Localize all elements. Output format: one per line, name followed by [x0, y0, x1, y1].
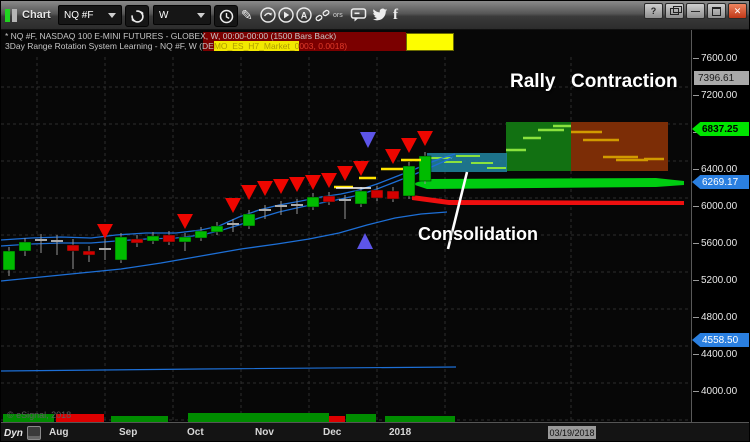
projection-zones — [506, 122, 668, 171]
sell-triangle-icon — [305, 175, 321, 190]
price-badge-gray: 7396.61 — [694, 71, 749, 85]
time-templates-button[interactable] — [214, 5, 238, 27]
symbol-search-button[interactable] — [125, 5, 149, 27]
symbol-dropdown[interactable]: NQ #F — [58, 5, 122, 25]
circled-curve-arrow-icon — [260, 7, 276, 23]
moving-average-lines — [1, 153, 456, 282]
dyn-button[interactable]: Dyn — [4, 426, 41, 440]
time-axis-label: Dec — [323, 427, 342, 438]
chat-bubble-icon — [350, 8, 367, 22]
axis-lock-icon — [26, 426, 41, 440]
symbol-value: NQ #F — [64, 9, 94, 21]
window-controls: ? — ✕ — [644, 3, 747, 19]
sell-triangle-icon — [353, 161, 369, 176]
draw-tool-button[interactable]: ✎ — [241, 5, 253, 25]
price-tick-label: 5600.00 — [692, 238, 738, 249]
rally-annotation: Rally — [510, 71, 556, 92]
facebook-icon: f — [393, 6, 398, 23]
chat-button[interactable] — [350, 5, 367, 25]
price-tick-label: 7600.00 — [692, 53, 738, 64]
facebook-share-button[interactable]: f — [393, 5, 398, 25]
consolidation-annotation: Consolidation — [418, 224, 538, 244]
chevron-down-icon — [197, 12, 205, 18]
ors-label: ors — [333, 11, 343, 19]
close-button[interactable]: ✕ — [728, 3, 747, 19]
twitter-icon — [372, 8, 388, 21]
sell-triangle-icon — [337, 166, 353, 181]
study-highlight-bar-yellow — [406, 33, 454, 51]
price-tick-label: 4400.00 — [692, 349, 738, 360]
dyn-label: Dyn — [4, 427, 23, 439]
sell-triangle-icon — [289, 177, 305, 192]
sell-triangle-icon — [417, 131, 433, 146]
price-tick-label: 5200.00 — [692, 275, 738, 286]
time-axis-label: Sep — [119, 427, 138, 438]
link-tool-button[interactable] — [315, 5, 330, 25]
back-scroll-button[interactable] — [260, 5, 276, 25]
pencil-icon: ✎ — [241, 6, 253, 23]
status-led-icon — [5, 9, 10, 22]
study-title-line: 3Day Range Rotation System Learning - NQ… — [5, 40, 348, 51]
circled-play-icon — [278, 7, 294, 23]
price-tick-label: 4800.00 — [692, 312, 738, 323]
time-axis-label: Nov — [255, 427, 274, 438]
auto-session-button[interactable]: A — [296, 5, 312, 25]
price-badge-blue: 4558.50 — [692, 333, 749, 347]
help-button[interactable]: ? — [644, 3, 663, 19]
blue-down-triangle-icon — [360, 132, 376, 148]
restore-icon — [670, 5, 682, 15]
green-level-band — [412, 178, 684, 189]
window-titlebar: Chart NQ #F W ✎ A ors f ? — ✕ — [1, 1, 749, 30]
contraction-zone — [571, 122, 668, 171]
app-icon — [12, 9, 17, 22]
consolidation-band — [427, 153, 507, 172]
price-tick-label: 7200.00 — [692, 90, 738, 101]
price-tick-label: 4000.00 — [692, 386, 738, 397]
clock-icon — [219, 9, 233, 23]
chevron-down-icon — [108, 12, 116, 18]
interval-value: W — [159, 9, 169, 21]
sell-triangle-icon — [401, 138, 417, 153]
sell-triangle-icon — [257, 181, 273, 196]
circled-a-icon: A — [296, 7, 312, 23]
price-badge-green: 6837.25 — [692, 122, 749, 136]
red-level-band — [412, 195, 684, 205]
contraction-annotation: Contraction — [571, 71, 678, 92]
price-axis[interactable]: 7600.007200.006800.006400.006000.005600.… — [691, 29, 749, 422]
candles — [2, 152, 432, 276]
time-axis-label: Aug — [49, 427, 69, 438]
price-tick-label: 6400.00 — [692, 164, 738, 175]
maximize-icon — [712, 6, 721, 16]
sell-triangle-icon — [385, 149, 401, 164]
window-title: Chart — [22, 9, 51, 21]
svg-text:A: A — [301, 10, 308, 20]
refresh-globe-icon — [130, 9, 144, 23]
interval-dropdown[interactable]: W — [153, 5, 211, 25]
study-param-highlight: MO_ES_H7_Market_0 — [213, 40, 300, 51]
link-icon — [315, 9, 330, 21]
chart-title-overlay: * NQ #F, NASDAQ 100 E-MINI FUTURES - GLO… — [5, 31, 348, 51]
date-marker-badge: 03/19/2018 — [548, 426, 596, 439]
maximize-button[interactable] — [707, 3, 726, 19]
forward-scroll-button[interactable] — [278, 5, 294, 25]
time-axis-label: 2018 — [389, 427, 412, 438]
sell-triangle-icon — [273, 179, 289, 194]
time-axis-label: Oct — [187, 427, 204, 438]
level-bands — [412, 178, 684, 205]
blue-up-triangle-icon — [357, 233, 373, 249]
esignal-watermark: © eSignal, 2018 — [7, 410, 72, 420]
restore-button[interactable] — [665, 3, 684, 19]
sell-triangle-icon — [225, 198, 241, 213]
flat-level-line — [1, 366, 457, 372]
minimize-button[interactable]: — — [686, 3, 705, 19]
chart-window: Chart NQ #F W ✎ A ors f ? — ✕ * NQ #F, N… — [0, 0, 750, 442]
price-badge-blue: 6269.17 — [692, 175, 749, 189]
twitter-share-button[interactable] — [372, 5, 388, 25]
time-axis[interactable]: Dyn 03/19/2018 Aug Sep Oct Nov Dec 2018 — [1, 422, 749, 441]
price-tick-label: 6000.00 — [692, 201, 738, 212]
sell-triangle-icon — [177, 214, 193, 229]
